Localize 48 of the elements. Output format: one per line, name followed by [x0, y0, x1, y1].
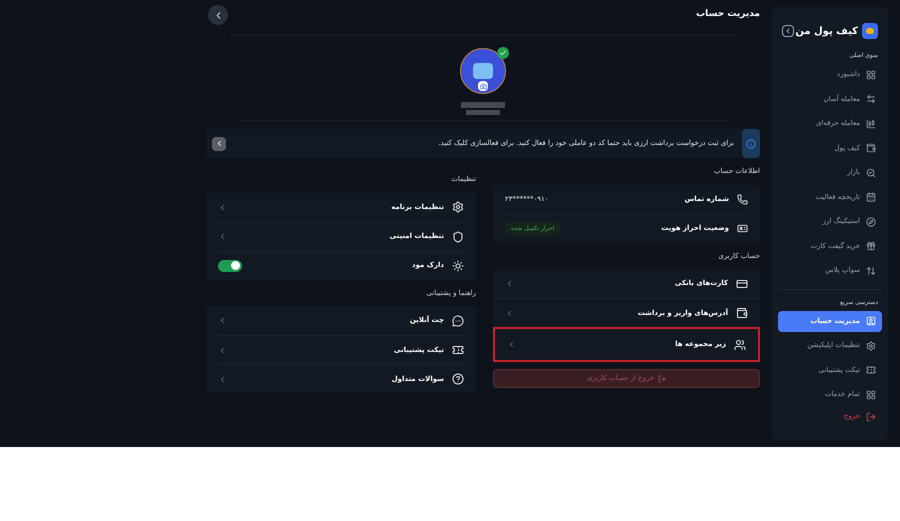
redacted-name: [461, 102, 505, 108]
shield-icon: [452, 230, 464, 242]
gift-icon: [866, 241, 876, 251]
card-icon: [736, 278, 748, 290]
chart-icon: [866, 118, 876, 128]
page-title: مدیریت حساب: [696, 8, 760, 22]
sun-icon: [452, 260, 464, 272]
logo-icon: [862, 23, 878, 39]
chevron-icon: [505, 308, 514, 318]
chevron-icon: [218, 202, 227, 212]
alert-arrow-button[interactable]: [212, 136, 226, 150]
chat-icon: [452, 314, 464, 326]
wallet-icon: [736, 307, 748, 319]
toggle-switch[interactable]: [218, 260, 242, 272]
brand-name: کیف پول من: [795, 24, 858, 38]
arrows-icon: [866, 94, 876, 104]
chevron-icon: [218, 374, 227, 384]
avatar[interactable]: [460, 48, 506, 94]
collapse-button[interactable]: [782, 25, 794, 37]
camera-icon[interactable]: [478, 81, 488, 91]
chevron-icon: [784, 27, 792, 35]
wallet-icon: [866, 143, 876, 153]
users-icon: [734, 338, 746, 350]
grid-icon: [866, 390, 876, 400]
info-icon: [742, 129, 760, 158]
chevron-icon: [507, 340, 516, 349]
grid-icon: [866, 70, 876, 80]
search-icon: [866, 168, 876, 178]
ticket-icon: [866, 365, 876, 375]
logo-icon: [473, 63, 493, 79]
back-button[interactable]: [208, 5, 228, 25]
id-card-icon: [737, 223, 748, 234]
help-icon: [452, 373, 464, 385]
chevron-icon: [218, 232, 227, 241]
chevron-icon: [218, 316, 227, 325]
calendar-icon: [866, 192, 876, 202]
logout-icon: [866, 412, 876, 422]
chevron-icon: [218, 346, 227, 354]
compass-icon: [866, 216, 876, 226]
arrows-icon: [866, 266, 876, 276]
settings-icon: [452, 201, 464, 213]
logout-icon: [658, 374, 666, 382]
ticket-icon: [452, 344, 464, 356]
chevron-icon: [505, 279, 514, 288]
phone-icon: [737, 194, 748, 204]
user-icon: [866, 316, 876, 326]
redacted-name: [466, 110, 500, 115]
settings-icon: [866, 340, 876, 350]
